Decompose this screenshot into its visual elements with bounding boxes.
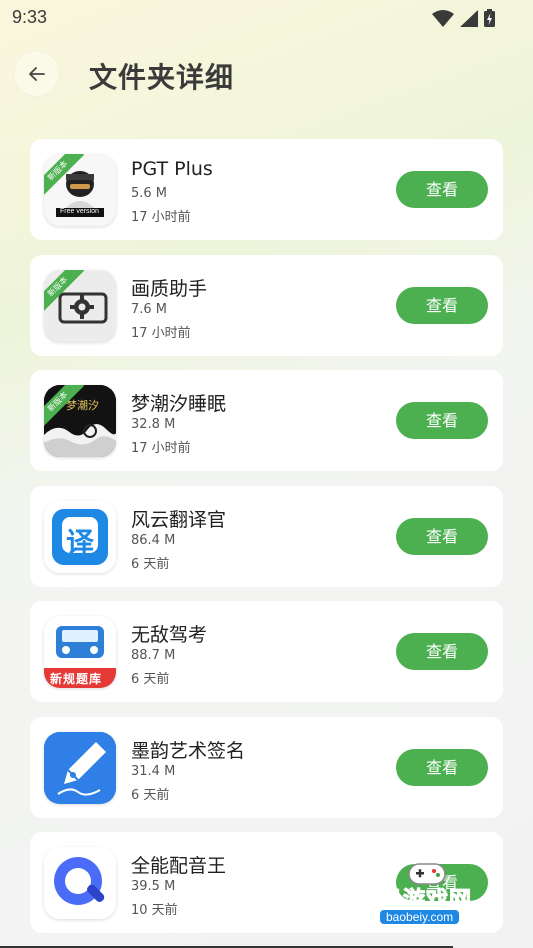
app-size: 7.6 M bbox=[131, 301, 168, 317]
view-button[interactable]: 查看 bbox=[396, 633, 488, 670]
app-time: 10 天前 bbox=[131, 903, 178, 918]
page-title: 文件夹详细 bbox=[89, 61, 235, 94]
view-button[interactable]: 查看 bbox=[396, 286, 488, 324]
car-icon: 新规题库 bbox=[44, 616, 116, 688]
app-name: 无敌驾考 bbox=[131, 624, 208, 646]
app-name: 风云翻译官 bbox=[131, 508, 227, 531]
back-button[interactable] bbox=[14, 51, 59, 96]
app-size: 31.4 M bbox=[131, 763, 176, 779]
status-bar: 9:33 bbox=[0, 0, 533, 36]
dubbing-icon bbox=[44, 847, 116, 919]
icon-glyph: 译 bbox=[66, 525, 95, 559]
pen-icon bbox=[44, 731, 116, 804]
app-card[interactable]: 新版本 画质助手 7.6 M 17 小时前 查看 bbox=[30, 254, 503, 356]
translate-icon: 译 bbox=[44, 500, 116, 573]
app-time: 17 小时前 bbox=[131, 441, 191, 456]
arrow-left-icon bbox=[28, 66, 45, 81]
wifi-icon bbox=[432, 9, 454, 27]
app-time: 6 天前 bbox=[131, 672, 170, 687]
status-time: 9:33 bbox=[12, 7, 48, 27]
app-name: 梦潮汐睡眠 bbox=[131, 393, 227, 415]
view-button[interactable]: 查看 bbox=[396, 171, 488, 208]
app-size: 88.7 M bbox=[131, 648, 176, 663]
icon-caption: 梦潮汐 bbox=[66, 399, 99, 412]
signal-icon bbox=[460, 9, 478, 27]
wave-icon: 梦潮汐 新版本 bbox=[44, 385, 116, 457]
app-card[interactable]: 墨韵艺术签名 31.4 M 6 天前 查看 bbox=[30, 716, 503, 818]
app-name: 墨韵艺术签名 bbox=[131, 739, 246, 762]
app-card[interactable]: 梦潮汐 新版本 梦潮汐睡眠 32.8 M 17 小时前 查看 bbox=[30, 370, 503, 471]
app-card[interactable]: Free version 新版本 PGT Plus 5.6 M 17 小时前 查… bbox=[30, 139, 503, 240]
status-icons bbox=[432, 9, 495, 27]
pgt-plus-icon: Free version 新版本 bbox=[44, 154, 116, 226]
app-time: 6 天前 bbox=[131, 787, 170, 803]
battery-icon bbox=[484, 9, 495, 27]
app-name: PGT Plus bbox=[131, 158, 213, 180]
icon-caption: Free version bbox=[60, 208, 99, 215]
app-size: 86.4 M bbox=[131, 532, 176, 548]
watermark-url: baobeiy.com bbox=[380, 910, 460, 924]
app-size: 5.6 M bbox=[131, 186, 168, 201]
gear-icon: 新版本 bbox=[44, 269, 116, 342]
view-button[interactable]: 查看 bbox=[396, 402, 488, 439]
view-button[interactable]: 查看 bbox=[396, 517, 488, 555]
watermark-logo: 宝贝游戏网 baobeiy.com bbox=[355, 858, 505, 930]
app-time: 6 天前 bbox=[131, 556, 170, 572]
app-time: 17 小时前 bbox=[131, 325, 191, 341]
app-size: 39.5 M bbox=[131, 879, 176, 894]
app-time: 17 小时前 bbox=[131, 210, 191, 225]
app-card[interactable]: 译 风云翻译官 86.4 M 6 天前 查看 bbox=[30, 485, 503, 587]
icon-caption: 新规题库 bbox=[50, 672, 103, 686]
view-button[interactable]: 查看 bbox=[396, 748, 488, 786]
app-name: 画质助手 bbox=[131, 277, 208, 300]
app-card[interactable]: 新规题库 无敌驾考 88.7 M 6 天前 查看 bbox=[30, 601, 503, 702]
app-list: Free version 新版本 PGT Plus 5.6 M 17 小时前 查… bbox=[30, 139, 503, 948]
header: 文件夹详细 bbox=[0, 44, 533, 104]
app-size: 32.8 M bbox=[131, 417, 176, 432]
app-name: 全能配音王 bbox=[131, 855, 227, 877]
